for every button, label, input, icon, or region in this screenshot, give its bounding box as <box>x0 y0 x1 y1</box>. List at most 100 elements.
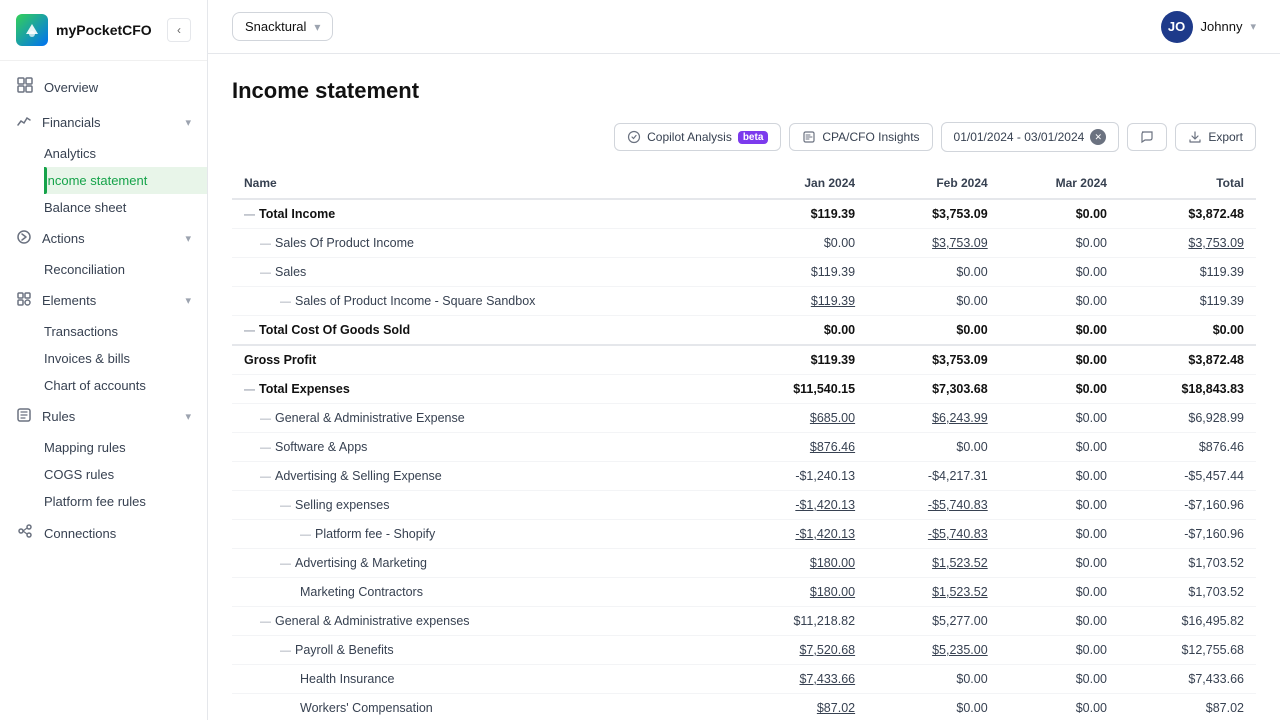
sidebar-item-platform-fee-rules-label: Platform fee rules <box>44 494 146 509</box>
sidebar-item-cogs-rules[interactable]: COGS rules <box>44 461 207 488</box>
sidebar-item-invoices-bills[interactable]: Invoices & bills <box>44 345 207 372</box>
row-mar-cell: $0.00 <box>1000 462 1119 491</box>
row-feb-cell: -$4,217.31 <box>867 462 1000 491</box>
export-button[interactable]: Export <box>1175 123 1256 151</box>
sidebar-item-financials[interactable]: Financials ▾ <box>0 105 207 140</box>
row-jan-cell: $180.00 <box>731 578 867 607</box>
sidebar-item-elements[interactable]: Elements ▾ <box>0 283 207 318</box>
col-name-header: Name <box>232 168 731 199</box>
date-range-button[interactable]: 01/01/2024 - 03/01/2024 ✕ <box>941 122 1120 152</box>
table-row: —Software & Apps$876.46$0.00$0.00$876.46 <box>232 433 1256 462</box>
table-row: —Selling expenses-$1,420.13-$5,740.83$0.… <box>232 491 1256 520</box>
sidebar-item-mapping-rules[interactable]: Mapping rules <box>44 434 207 461</box>
table-row: —Platform fee - Shopify-$1,420.13-$5,740… <box>232 520 1256 549</box>
row-name-cell: —Sales <box>232 258 731 287</box>
sidebar-item-chart-of-accounts-label: Chart of accounts <box>44 378 146 393</box>
financials-chevron-icon: ▾ <box>185 116 191 129</box>
sidebar-item-income-statement[interactable]: Income statement <box>44 167 207 194</box>
row-feb-cell: $6,243.99 <box>867 404 1000 433</box>
actions-chevron-icon: ▾ <box>185 232 191 245</box>
user-avatar: JO <box>1161 11 1193 43</box>
copilot-label: Copilot Analysis <box>647 130 732 144</box>
row-mar-cell: $0.00 <box>1000 287 1119 316</box>
row-mar-cell: $0.00 <box>1000 345 1119 375</box>
sidebar-item-mapping-rules-label: Mapping rules <box>44 440 126 455</box>
rules-icon <box>16 407 32 426</box>
collapse-icon[interactable]: — <box>260 413 271 425</box>
sidebar-item-platform-fee-rules[interactable]: Platform fee rules <box>44 488 207 515</box>
comment-button[interactable] <box>1127 123 1167 151</box>
collapse-icon[interactable]: — <box>244 209 255 221</box>
collapse-icon[interactable]: — <box>280 558 291 570</box>
row-jan-cell: $0.00 <box>731 316 867 346</box>
row-name-cell: —Platform fee - Shopify <box>232 520 731 549</box>
row-total-cell: $119.39 <box>1119 287 1256 316</box>
table-row: Workers' Compensation$87.02$0.00$0.00$87… <box>232 694 1256 720</box>
company-selector[interactable]: Snacktural ▾ <box>232 12 333 41</box>
row-name-cell: Health Insurance <box>232 665 731 694</box>
table-row: —Sales$119.39$0.00$0.00$119.39 <box>232 258 1256 287</box>
sidebar-item-transactions[interactable]: Transactions <box>44 318 207 345</box>
row-jan-cell: $87.02 <box>731 694 867 720</box>
row-jan-cell: $119.39 <box>731 258 867 287</box>
cpa-icon <box>802 130 816 144</box>
elements-icon <box>16 291 32 310</box>
table-row: —Total Income$119.39$3,753.09$0.00$3,872… <box>232 199 1256 229</box>
collapse-icon[interactable]: — <box>260 616 271 628</box>
row-total-cell: $1,703.52 <box>1119 549 1256 578</box>
actions-icon <box>16 229 32 248</box>
cpa-label: CPA/CFO Insights <box>822 130 919 144</box>
row-feb-cell: $3,753.09 <box>867 199 1000 229</box>
row-total-cell: $18,843.83 <box>1119 375 1256 404</box>
sidebar-collapse-button[interactable]: ‹ <box>167 18 191 42</box>
connections-icon <box>16 523 34 543</box>
collapse-icon[interactable]: — <box>244 384 255 396</box>
income-table: Name Jan 2024 Feb 2024 Mar 2024 Total —T… <box>232 168 1256 720</box>
logo-text: myPocketCFO <box>56 22 152 38</box>
export-label: Export <box>1208 130 1243 144</box>
sidebar-item-overview[interactable]: Overview <box>0 69 207 105</box>
row-mar-cell: $0.00 <box>1000 578 1119 607</box>
sidebar-item-actions[interactable]: Actions ▾ <box>0 221 207 256</box>
collapse-icon[interactable]: — <box>260 238 271 250</box>
row-mar-cell: $0.00 <box>1000 694 1119 720</box>
collapse-icon[interactable]: — <box>280 645 291 657</box>
cpa-insights-button[interactable]: CPA/CFO Insights <box>789 123 932 151</box>
collapse-icon[interactable]: — <box>280 296 291 308</box>
col-total-header: Total <box>1119 168 1256 199</box>
row-jan-cell: $685.00 <box>731 404 867 433</box>
collapse-icon[interactable]: — <box>244 325 255 337</box>
sidebar-item-analytics[interactable]: Analytics <box>44 140 207 167</box>
row-total-cell: $3,872.48 <box>1119 199 1256 229</box>
row-mar-cell: $0.00 <box>1000 665 1119 694</box>
date-range-close-icon[interactable]: ✕ <box>1090 129 1106 145</box>
row-feb-cell: $5,277.00 <box>867 607 1000 636</box>
sidebar-item-reconciliation[interactable]: Reconciliation <box>44 256 207 283</box>
sidebar-item-balance-sheet[interactable]: Balance sheet <box>44 194 207 221</box>
table-row: —Payroll & Benefits$7,520.68$5,235.00$0.… <box>232 636 1256 665</box>
content-area: Income statement Copilot Analysis beta C… <box>208 54 1280 720</box>
collapse-icon[interactable]: — <box>260 442 271 454</box>
user-area[interactable]: JO Johnny ▾ <box>1161 11 1256 43</box>
table-row: —General & Administrative Expense$685.00… <box>232 404 1256 433</box>
row-feb-cell: $7,303.68 <box>867 375 1000 404</box>
sidebar-item-rules[interactable]: Rules ▾ <box>0 399 207 434</box>
collapse-icon[interactable]: — <box>280 500 291 512</box>
date-range-text: 01/01/2024 - 03/01/2024 <box>954 130 1085 144</box>
sidebar-item-elements-label: Elements <box>42 293 96 308</box>
row-mar-cell: $0.00 <box>1000 549 1119 578</box>
sidebar-item-chart-of-accounts[interactable]: Chart of accounts <box>44 372 207 399</box>
sidebar-item-rules-label: Rules <box>42 409 75 424</box>
copilot-analysis-button[interactable]: Copilot Analysis beta <box>614 123 781 151</box>
comment-icon <box>1140 130 1154 144</box>
table-row: Marketing Contractors$180.00$1,523.52$0.… <box>232 578 1256 607</box>
collapse-icon[interactable]: — <box>260 267 271 279</box>
collapse-icon[interactable]: — <box>300 529 311 541</box>
collapse-icon[interactable]: — <box>260 471 271 483</box>
topbar: Snacktural ▾ JO Johnny ▾ <box>208 0 1280 54</box>
sidebar-item-connections[interactable]: Connections <box>0 515 207 551</box>
row-mar-cell: $0.00 <box>1000 491 1119 520</box>
table-row: —Total Cost Of Goods Sold$0.00$0.00$0.00… <box>232 316 1256 346</box>
company-name: Snacktural <box>245 19 306 34</box>
sidebar-item-reconciliation-label: Reconciliation <box>44 262 125 277</box>
